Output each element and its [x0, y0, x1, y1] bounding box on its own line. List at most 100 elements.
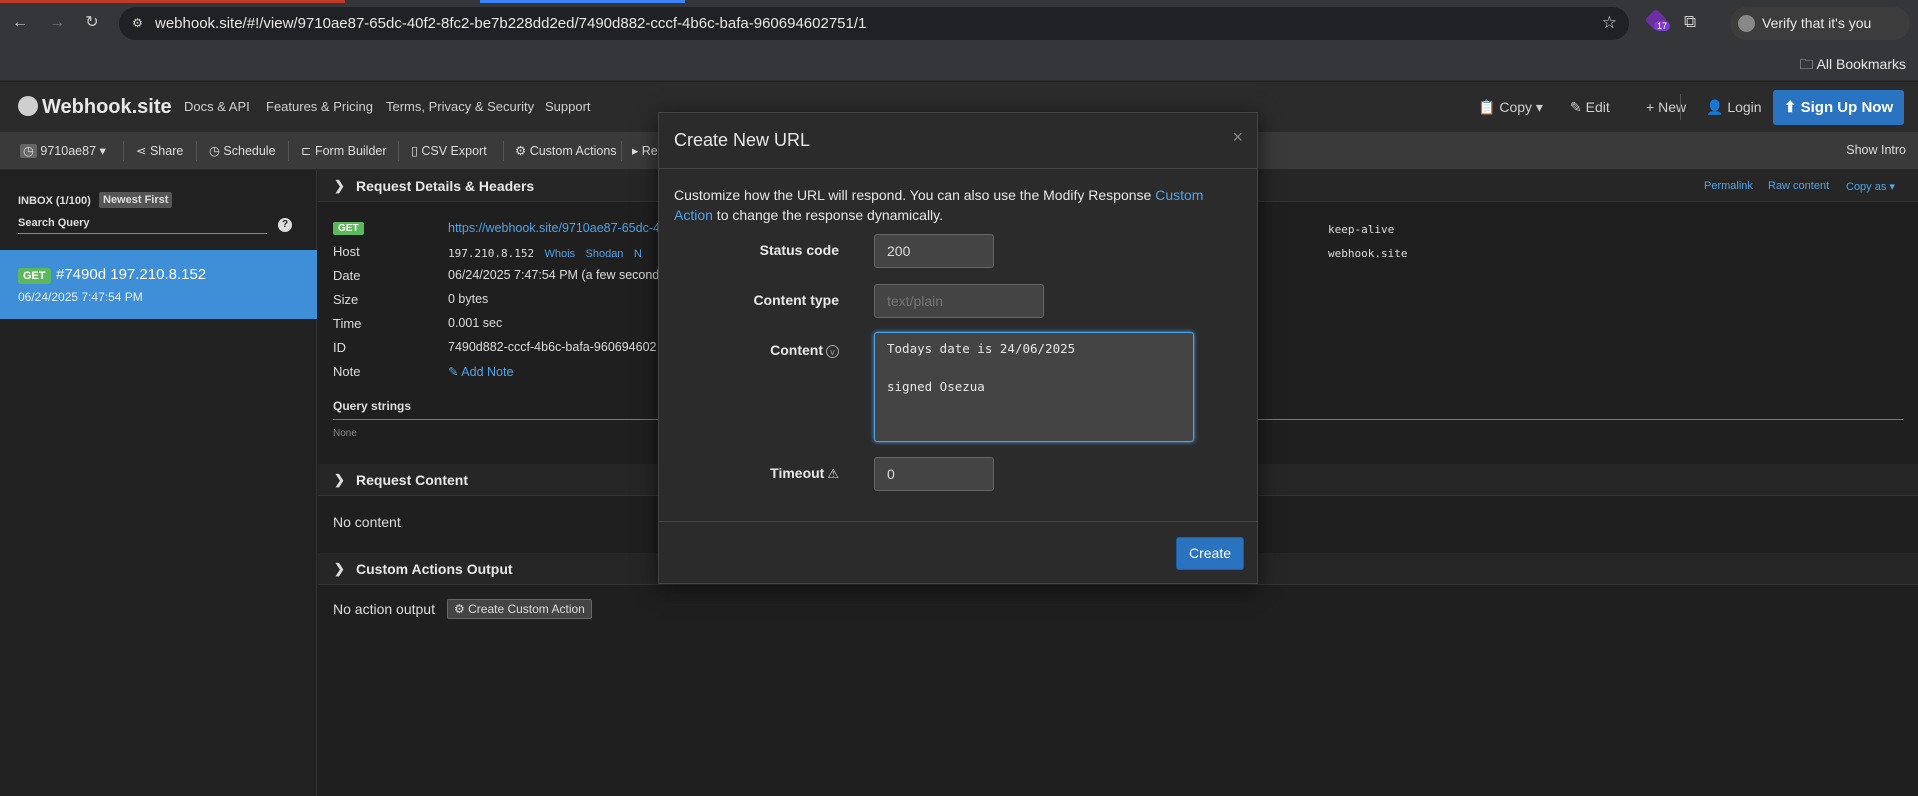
copy-as-dropdown[interactable]: Copy as ▾	[1846, 180, 1895, 193]
inbox-count: INBOX (1/100)	[18, 195, 91, 207]
description-tail: to change the response dynamically.	[712, 207, 944, 223]
timeout-input[interactable]	[874, 457, 994, 491]
bookmark-star-icon[interactable]: ☆	[1602, 13, 1617, 33]
method-badge: GET	[18, 268, 51, 284]
form-builder-button[interactable]: ⊏ Form Builder	[301, 143, 387, 158]
custom-actions-label: Custom Actions	[529, 144, 617, 158]
reload-icon[interactable]: ↻	[82, 13, 102, 33]
plus-icon: +	[1646, 99, 1655, 115]
nav-terms[interactable]: Terms, Privacy & Security	[386, 99, 534, 114]
copy-as-label: Copy as	[1846, 181, 1887, 193]
toolbar-divider	[123, 141, 124, 161]
copy-dropdown[interactable]: 📋 Copy ▾	[1478, 99, 1543, 116]
size-value: 0 bytes	[448, 292, 489, 306]
forward-icon[interactable]: →	[47, 13, 67, 33]
custom-actions-button[interactable]: ⚙ Custom Actions	[515, 143, 617, 158]
gear-icon: ⚙	[515, 144, 527, 158]
section-title: Request Content	[356, 472, 468, 488]
header-connection-value: keep-alive	[1328, 223, 1395, 236]
all-bookmarks-label: All Bookmarks	[1816, 56, 1906, 72]
raw-content-link[interactable]: Raw content	[1768, 180, 1829, 192]
show-intro-button[interactable]: Show Intro	[1846, 143, 1906, 157]
permalink-link[interactable]: Permalink	[1704, 180, 1753, 192]
timeout-label: Timeout	[770, 465, 825, 481]
nav-features-pricing[interactable]: Features & Pricing	[266, 99, 373, 114]
pencil-icon: ✎	[448, 365, 459, 379]
info-icon[interactable]: v	[826, 345, 839, 358]
edit-icon: ✎	[1570, 99, 1582, 115]
shodan-link[interactable]: Shodan	[586, 248, 624, 260]
copy-label: Copy	[1499, 99, 1533, 115]
timeout-label-wrap: Timeout ⚠	[689, 465, 839, 482]
signup-icon: ⬆	[1783, 99, 1797, 116]
date-label: Date	[333, 268, 361, 283]
nav-divider	[1680, 94, 1681, 120]
request-list-item[interactable]: GET #7490d 197.210.8.152 06/24/2025 7:47…	[0, 250, 317, 319]
content-textarea[interactable]: Todays date is 24/06/2025 signed Osezua	[874, 332, 1194, 442]
size-label: Size	[333, 292, 359, 307]
bookmark-bar: 🗀 All Bookmarks	[0, 46, 1918, 81]
site-info-icon[interactable]: ⚙	[129, 15, 146, 32]
clock-icon: ◷	[209, 144, 220, 158]
add-note-link[interactable]: ✎ Add Note	[448, 364, 513, 379]
time-label: Time	[333, 316, 362, 331]
nav-docs-api[interactable]: Docs & API	[184, 99, 250, 114]
truncated-label: Re	[641, 144, 658, 158]
whois-link[interactable]: Whois	[545, 248, 576, 260]
method-badge: GET	[333, 222, 364, 235]
login-button[interactable]: 👤 Login	[1706, 99, 1762, 116]
brand-name: Webhook.site	[42, 96, 172, 118]
browser-toolbar: ← → ↻ ⚙ webhook.site/#!/view/9710ae87-65…	[0, 0, 1918, 46]
host-more-link[interactable]: N	[634, 248, 642, 260]
chevron-down-icon: ❯	[334, 472, 345, 487]
tab-accent-blue	[480, 0, 685, 3]
status-code-input[interactable]	[874, 234, 994, 268]
schedule-button[interactable]: ◷ Schedule	[209, 143, 276, 158]
token-dropdown[interactable]: ◷ 9710ae87 ▾	[20, 143, 106, 158]
extension-count: 17	[1654, 21, 1671, 31]
gear-icon: ⚙	[454, 602, 465, 616]
share-label: Share	[149, 144, 184, 158]
custom-actions-output-body: No action output	[333, 601, 435, 617]
sign-up-button[interactable]: ⬆ Sign Up Now	[1773, 90, 1904, 125]
csv-export-button[interactable]: ▯ CSV Export	[411, 143, 487, 158]
chevron-down-icon: ❯	[334, 561, 345, 576]
truncated-toolbar-button[interactable]: ▸ Re	[632, 143, 658, 158]
id-value: 7490d882-cccf-4b6c-bafa-960694602	[448, 340, 657, 354]
content-label-wrap: Content v	[689, 342, 839, 358]
modal-header: Create New URL ×	[659, 113, 1257, 169]
create-custom-action-button[interactable]: ⚙ Create Custom Action	[447, 599, 592, 619]
create-button[interactable]: Create	[1176, 537, 1244, 570]
date-value: 06/24/2025 7:47:54 PM (a few second	[448, 268, 660, 282]
modal-title: Create New URL	[674, 130, 811, 150]
back-icon[interactable]: ←	[10, 13, 30, 33]
share-button[interactable]: ⋖ Share	[136, 143, 183, 158]
token-label: 9710ae87	[40, 144, 97, 158]
nav-support[interactable]: Support	[545, 99, 591, 114]
verify-profile-button[interactable]: Verify that it's you	[1730, 7, 1910, 40]
edit-button[interactable]: ✎ Edit	[1570, 99, 1610, 116]
newest-first-toggle[interactable]: Newest First	[99, 192, 173, 208]
content-type-input[interactable]	[874, 284, 1044, 318]
search-query-input[interactable]: Search Query	[18, 217, 267, 234]
close-icon[interactable]: ×	[1232, 127, 1243, 148]
toolbar-divider	[398, 141, 399, 161]
address-bar[interactable]: ⚙ webhook.site/#!/view/9710ae87-65dc-40f…	[119, 7, 1629, 40]
toolbar-divider	[503, 141, 504, 161]
schedule-label: Schedule	[223, 144, 276, 158]
warning-icon[interactable]: ⚠	[827, 466, 839, 482]
extension-icon[interactable]: 17	[1644, 8, 1671, 34]
request-url-link[interactable]: https://webhook.site/9710ae87-65dc-4	[448, 221, 660, 235]
extensions-puzzle-icon[interactable]: ⧉	[1684, 12, 1696, 32]
edit-label: Edit	[1585, 99, 1610, 115]
help-icon[interactable]: ?	[278, 218, 292, 232]
form-icon: ⊏	[301, 144, 312, 158]
tab-accent-red	[0, 0, 345, 3]
content-label: Content	[770, 342, 823, 358]
brand-logo[interactable]: Webhook.site	[18, 96, 172, 119]
verify-label: Verify that it's you	[1762, 15, 1872, 31]
profile-avatar-icon	[1738, 15, 1755, 32]
all-bookmarks-button[interactable]: 🗀 All Bookmarks	[1799, 54, 1906, 78]
toolbar-divider	[288, 141, 289, 161]
file-icon: ▯	[411, 144, 418, 158]
